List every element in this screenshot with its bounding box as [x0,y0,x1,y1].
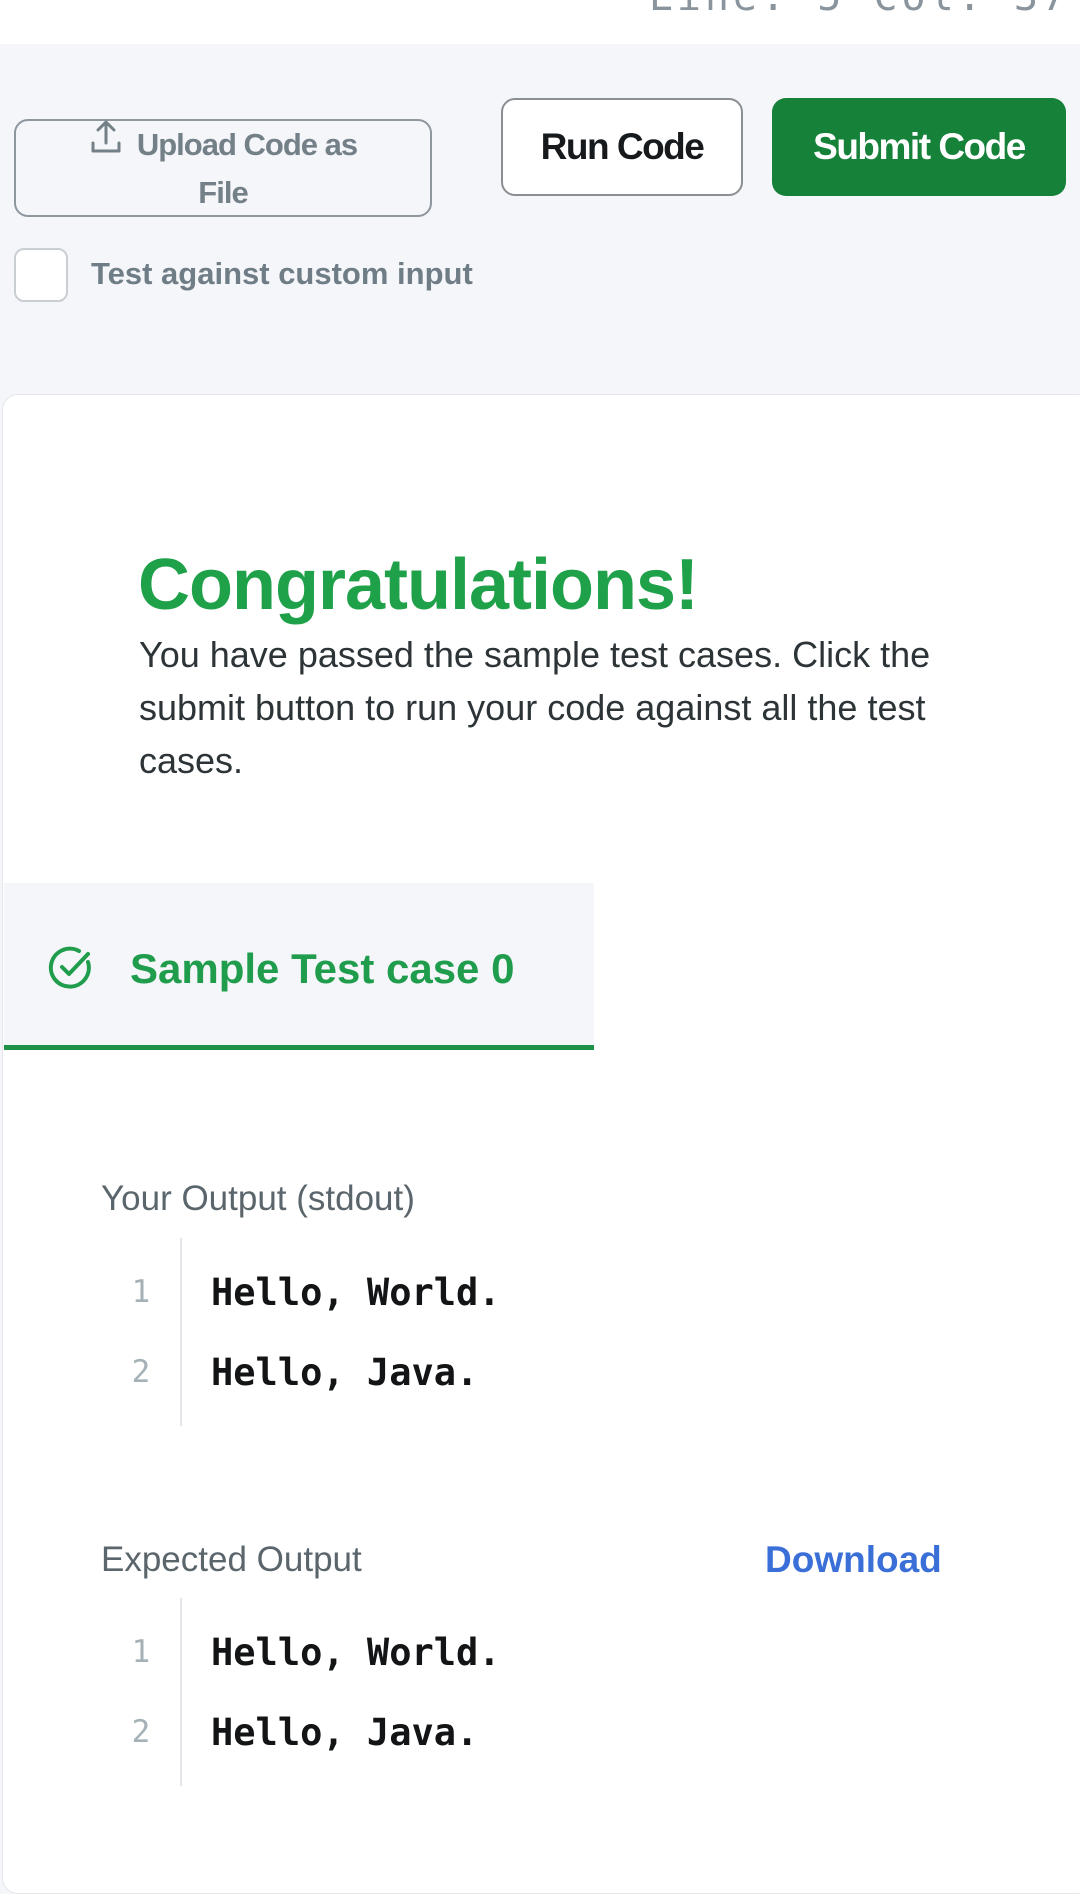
code-line: 2 Hello, Java. [101,1692,479,1772]
line-text: Hello, Java. [211,1350,479,1394]
line-number: 1 [131,1634,151,1670]
your-output-label: Your Output (stdout) [101,1179,415,1218]
line-number: 1 [131,1274,151,1310]
line-number: 2 [131,1714,151,1750]
custom-input-checkbox[interactable] [14,248,68,302]
code-line: 1 Hello, World. [101,1252,501,1332]
submit-code-button[interactable]: Submit Code [772,98,1066,196]
code-line: 1 Hello, World. [101,1612,501,1692]
tab-label: Sample Test case 0 [130,945,515,992]
line-number: 2 [131,1354,151,1390]
line-text: Hello, World. [211,1630,501,1674]
code-line: 2 Hello, Java. [101,1332,479,1412]
upload-button-label-2: File [198,175,248,210]
run-code-button[interactable]: Run Code [501,98,743,196]
result-message: You have passed the sample test cases. C… [139,634,931,781]
tab-sample-test-case-0[interactable]: Sample Test case 0 [4,883,594,1050]
check-circle-icon [48,946,91,989]
cursor-position: Line: 5 Col: 37 [649,0,1070,20]
upload-button-label: Upload Code as [136,127,358,162]
line-text: Hello, World. [211,1270,501,1314]
upload-code-button[interactable]: Upload Code as File [14,119,432,217]
editor-status-bar: Line: 5 Col: 37 [0,0,1080,44]
upload-icon [91,120,121,153]
expected-output-label: Expected Output [101,1540,362,1579]
custom-input-label[interactable]: Test against custom input [91,252,473,296]
download-link[interactable]: Download [765,1537,942,1583]
line-text: Hello, Java. [211,1710,479,1754]
result-title: Congratulations! [138,545,699,625]
